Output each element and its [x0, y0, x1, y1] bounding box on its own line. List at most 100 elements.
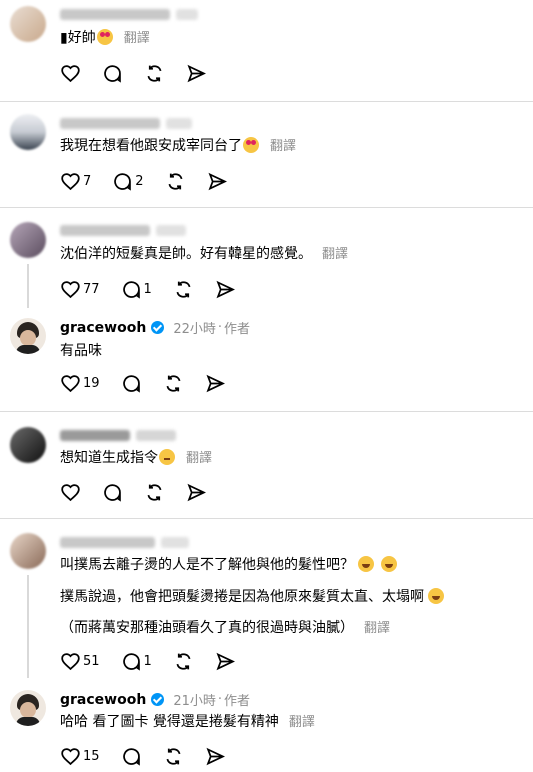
translate-link[interactable]: 翻譯: [364, 621, 390, 636]
thread-connector: [27, 264, 29, 308]
username-blurred[interactable]: [60, 118, 160, 129]
like-count: 19: [83, 375, 100, 391]
heart-icon: [61, 172, 80, 190]
reply-button[interactable]: 1: [121, 651, 152, 672]
translate-link[interactable]: 翻譯: [186, 451, 212, 466]
comment-icon: [122, 747, 140, 766]
post-time[interactable]: 21小時: [173, 690, 216, 709]
translate-link[interactable]: 翻譯: [270, 139, 296, 154]
post-text: 有品味: [60, 343, 102, 359]
username-blurred[interactable]: [60, 9, 170, 20]
repost-button[interactable]: [165, 171, 186, 192]
repost-button[interactable]: [173, 651, 194, 672]
reply-button[interactable]: 1: [121, 279, 152, 300]
reply-button[interactable]: 2: [112, 171, 144, 192]
like-button[interactable]: 7: [60, 171, 91, 192]
translate-link[interactable]: 翻譯: [289, 715, 315, 730]
reply-button[interactable]: [121, 746, 142, 767]
heart-eyes-emoji-icon: [243, 137, 259, 153]
avatar[interactable]: [10, 690, 46, 726]
rofl-emoji-icon: [358, 556, 374, 572]
divider: [0, 101, 533, 102]
share-button[interactable]: [205, 746, 226, 767]
post-actions: 7 2: [60, 170, 249, 192]
avatar[interactable]: [10, 533, 46, 569]
like-button[interactable]: [60, 482, 81, 503]
post-time[interactable]: 22小時: [173, 318, 216, 337]
post-text-content: ▮好帥: [60, 30, 96, 46]
translate-link[interactable]: 翻譯: [124, 31, 150, 46]
share-button[interactable]: [186, 63, 207, 84]
reply-button[interactable]: [102, 482, 123, 503]
verified-badge-icon: [151, 693, 165, 706]
heart-icon: [61, 747, 80, 765]
avatar[interactable]: [10, 427, 46, 463]
send-icon: [216, 652, 235, 670]
avatar[interactable]: [10, 222, 46, 258]
heart-icon: [61, 483, 80, 501]
heart-icon: [61, 652, 80, 670]
post-text: ▮好帥 翻譯: [60, 28, 150, 49]
post-text: 想知道生成指令 翻譯: [60, 448, 212, 469]
post-actions: 51 1: [60, 650, 257, 672]
comment-icon: [114, 172, 132, 191]
repost-button[interactable]: [163, 373, 184, 394]
share-button[interactable]: [205, 373, 226, 394]
send-icon: [216, 280, 235, 298]
like-button[interactable]: 15: [60, 746, 100, 767]
verified-badge-icon: [151, 321, 165, 334]
post-text-content: （而蔣萬安那種油頭看久了真的很過時與油膩）: [60, 620, 354, 636]
like-button[interactable]: 77: [60, 279, 100, 300]
post-text-line: 叫撲馬去離子燙的人是不了解他與他的髮性吧？: [60, 555, 398, 575]
grin-sweat-emoji-icon: [428, 588, 444, 604]
post-actions: [60, 481, 228, 503]
username-blurred[interactable]: [60, 225, 150, 236]
author-separator: ·: [217, 692, 222, 707]
post-text-content: 撲馬說過，他會把頭髮燙捲是因為他原來髮質太直、太塌啊: [60, 589, 424, 605]
reply-count: 1: [143, 653, 152, 669]
rofl-emoji-icon: [381, 556, 397, 572]
post-text-line: 撲馬說過，他會把頭髮燙捲是因為他原來髮質太直、太塌啊: [60, 587, 445, 607]
share-button[interactable]: [215, 651, 236, 672]
author-row: gracewooh 21小時 · 作者: [60, 690, 250, 710]
translate-link[interactable]: 翻譯: [322, 247, 348, 262]
avatar[interactable]: [10, 6, 46, 42]
like-button[interactable]: 51: [60, 651, 100, 672]
repost-icon: [168, 172, 183, 190]
share-button[interactable]: [207, 171, 228, 192]
username-blurred[interactable]: [60, 537, 155, 548]
post-text-content: 我現在想看他跟安成宰同台了: [60, 138, 242, 154]
send-icon: [206, 374, 225, 392]
avatar[interactable]: [10, 318, 46, 354]
send-icon: [187, 64, 206, 82]
timestamp-blurred: [156, 225, 186, 236]
like-button[interactable]: [60, 63, 81, 84]
author-name[interactable]: gracewooh: [60, 692, 146, 708]
username-blurred[interactable]: [60, 430, 130, 441]
reply-button[interactable]: [102, 63, 123, 84]
repost-button[interactable]: [163, 746, 184, 767]
post-text-content: 叫撲馬去離子燙的人是不了解他與他的髮性吧？: [60, 557, 354, 573]
post-text-content: 哈哈 看了圖卡 覺得還是捲髮有精神: [60, 714, 279, 730]
post-text: 哈哈 看了圖卡 覺得還是捲髮有精神 翻譯: [60, 712, 315, 733]
author-label: 作者: [224, 322, 251, 337]
share-button[interactable]: [186, 482, 207, 503]
author-row: gracewooh 22小時 · 作者: [60, 318, 251, 338]
repost-button[interactable]: [173, 279, 194, 300]
comment-icon: [104, 483, 121, 502]
heart-eyes-emoji-icon: [96, 29, 113, 45]
author-name[interactable]: gracewooh: [60, 320, 146, 336]
reply-button[interactable]: [121, 373, 142, 394]
like-button[interactable]: 19: [60, 373, 100, 394]
share-button[interactable]: [215, 279, 236, 300]
repost-button[interactable]: [144, 482, 165, 503]
repost-button[interactable]: [144, 63, 165, 84]
post-text: 沈伯洋的短髮真是帥。好有韓星的感覺。 翻譯: [60, 244, 348, 265]
send-icon: [208, 172, 227, 190]
post-text-line: （而蔣萬安那種油頭看久了真的很過時與油膩） 翻譯: [60, 618, 390, 639]
comment-icon: [122, 280, 140, 299]
timestamp-blurred: [161, 537, 189, 548]
post-actions: 15: [60, 745, 247, 767]
comment-icon: [122, 652, 140, 671]
avatar[interactable]: [10, 114, 46, 150]
